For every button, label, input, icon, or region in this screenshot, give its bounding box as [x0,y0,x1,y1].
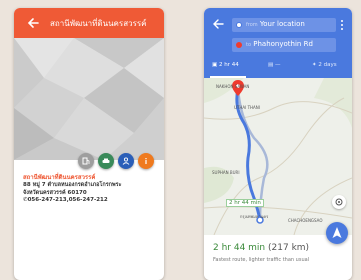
fuel-action-button[interactable] [78,153,94,169]
people-action-button[interactable] [118,153,134,169]
bus-icon: ▤ [268,62,274,68]
route-distance: (217 km) [268,243,310,253]
map-label-south-city: กรุงเทพมหานคร [240,214,269,219]
route-description: Fastest route, lighter traffic than usua… [213,257,310,263]
more-vert-icon[interactable] [340,19,344,31]
place-detail-screen: สถานีพัฒนาที่ดินนครสวรรค์ สถานีพัฒนาที่ด… [14,8,164,280]
origin-input[interactable]: from Your location [232,18,336,32]
origin-prefix: from [246,22,258,28]
my-location-button[interactable] [332,195,346,209]
destination-prefix: to [246,42,252,48]
info-icon [145,158,147,164]
route-map[interactable] [204,78,352,235]
directions-header: from Your location to Phahonyothin Rd ▣ … [204,8,352,78]
info-action-button[interactable] [138,153,154,169]
app-bar: สถานีพัฒนาที่ดินนครสวรรค์ [14,8,164,38]
travel-mode-tabs: ▣ 2 hr 44 ▤ — ✦ 2 days [204,58,352,78]
start-navigation-button[interactable] [326,222,348,244]
fuel-pump-icon [82,157,90,165]
navigation-arrow-icon [332,227,342,238]
address-line-2: จังหวัดนครสวรรค์ 60170 [23,190,87,196]
phone-number[interactable]: 056-247-213,056-247-212 [28,197,108,203]
route-time-callout[interactable]: 2 hr 44 min [226,199,264,207]
route-duration-row: 2 hr 44 min (217 km) [213,243,309,253]
origin-dot-icon [236,22,242,28]
destination-value: Phahonyothin Rd [253,40,313,48]
directions-screen: from Your location to Phahonyothin Rd ▣ … [204,8,352,280]
page-title: สถานีพัฒนาที่ดินนครสวรรค์ [50,19,147,28]
back-arrow-icon[interactable] [26,16,40,30]
map-label-mid-city: UTHAI THANI [234,105,260,110]
car-icon [102,158,110,163]
mode-tab-transit[interactable]: ▤ — [268,62,280,68]
walk-icon: ✦ [312,62,317,68]
back-arrow-icon[interactable] [212,18,224,30]
route-duration: 2 hr 44 min [213,243,266,253]
car-icon: ▣ [212,62,218,68]
phone-row[interactable]: ✆056-247-213,056-247-212 [23,197,108,203]
origin-value: Your location [259,20,305,28]
directions-action-button[interactable] [98,153,114,169]
destination-input[interactable]: to Phahonyothin Rd [232,38,336,52]
mode-tab-drive[interactable]: ▣ 2 hr 44 [212,62,239,68]
crosshair-icon [335,198,343,206]
place-image [14,38,164,160]
address-line-1: 88 หมู่ 7 ตำบลหนองกรดอำเภอโกรกพระ [23,182,122,188]
map-label-east-city: CHACHOENGSAO [288,218,323,223]
mode-tab-walk[interactable]: ✦ 2 days [312,62,337,68]
destination-pin-icon [236,42,242,48]
map-label-west-region: SUPHAN BURI [212,170,240,175]
people-icon [122,157,130,165]
map-label-top-city: NAKHON SAWAN [216,84,250,89]
